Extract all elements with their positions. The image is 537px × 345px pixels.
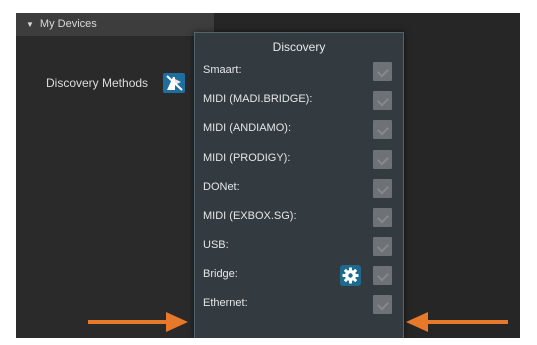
my-devices-title: My Devices — [39, 18, 97, 30]
discovery-row-midi-exbox-sg: MIDI (EXBOX.SG): — [195, 205, 403, 231]
discovery-popup-title: Discovery — [272, 40, 326, 54]
discovery-row-midi-prodigy: MIDI (PRODIGY): — [195, 147, 403, 173]
discovery-icon[interactable] — [163, 73, 185, 93]
discovery-row-label: Bridge: — [203, 268, 238, 280]
donet-checkbox[interactable] — [373, 179, 392, 198]
triangle-down-icon[interactable]: ▼ — [26, 13, 34, 36]
discovery-row-label: USB: — [203, 239, 229, 251]
discovery-row-label: DONet: — [203, 181, 240, 193]
left-orange-arrow-icon — [88, 312, 188, 332]
usb-checkbox[interactable] — [373, 237, 392, 256]
smaart-checkbox[interactable] — [373, 62, 392, 81]
discovery-row-label: MIDI (EXBOX.SG): — [203, 210, 297, 222]
discovery-row-label: Smaart: — [203, 64, 242, 76]
screenshot-stage: ▼ My Devices Discovery Methods Discovery … — [0, 0, 537, 345]
my-devices-header[interactable]: ▼ My Devices — [16, 13, 214, 36]
midi-andiamo-checkbox[interactable] — [373, 120, 392, 139]
discovery-row-bridge: Bridge: — [195, 263, 403, 289]
discovery-row-donet: DONet: — [195, 176, 403, 202]
discovery-row-label: MIDI (PRODIGY): — [203, 152, 291, 164]
discovery-popup: Discovery Smaart: MIDI (MADI.BRIDGE): MI… — [194, 32, 404, 338]
app-window: ▼ My Devices Discovery Methods Discovery … — [16, 13, 520, 338]
midi-prodigy-checkbox[interactable] — [373, 150, 392, 169]
discovery-row-midi-andiamo: MIDI (ANDIAMO): — [195, 117, 403, 143]
right-orange-arrow-icon — [406, 312, 508, 332]
discovery-row-usb: USB: — [195, 234, 403, 260]
discovery-row-ethernet: Ethernet: — [195, 292, 403, 318]
discovery-row-smaart: Smaart: — [195, 59, 403, 85]
discovery-row-label: MIDI (MADI.BRIDGE): — [203, 93, 313, 105]
ethernet-checkbox[interactable] — [373, 295, 392, 314]
bridge-settings-gear-icon[interactable] — [340, 265, 361, 286]
devices-side-panel: Discovery Methods — [16, 36, 214, 338]
bridge-checkbox[interactable] — [373, 266, 392, 285]
discovery-row-label: MIDI (ANDIAMO): — [203, 122, 291, 134]
midi-madi-bridge-checkbox[interactable] — [373, 91, 392, 110]
discovery-methods-label: Discovery Methods — [46, 76, 149, 90]
discovery-row-midi-madi-bridge: MIDI (MADI.BRIDGE): — [195, 88, 403, 114]
midi-exbox-sg-checkbox[interactable] — [373, 208, 392, 227]
discovery-row-label: Ethernet: — [203, 297, 248, 309]
